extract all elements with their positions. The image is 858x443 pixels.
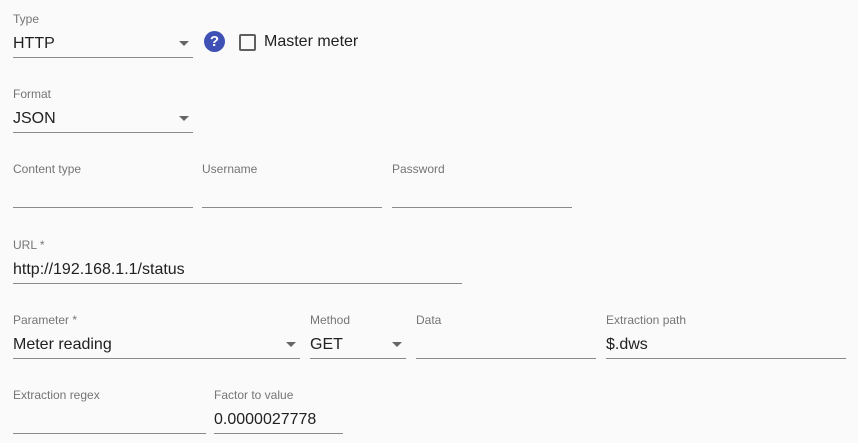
factor-to-value-field[interactable]: Factor to value 0.0000027778	[214, 388, 343, 438]
content-type-underline	[13, 207, 193, 208]
method-select[interactable]: Method GET	[310, 313, 406, 363]
help-icon[interactable]: ?	[204, 31, 225, 52]
content-type-field[interactable]: Content type	[13, 162, 193, 212]
extraction-regex-label: Extraction regex	[13, 388, 100, 402]
username-label: Username	[202, 162, 258, 176]
format-underline	[13, 132, 193, 133]
url-label: URL *	[13, 238, 45, 252]
chevron-down-icon	[179, 41, 189, 46]
extraction-path-underline	[606, 358, 846, 359]
data-underline	[416, 358, 596, 359]
parameter-select[interactable]: Parameter * Meter reading	[13, 313, 300, 363]
factor-to-value-label: Factor to value	[214, 388, 294, 402]
factor-to-value-value[interactable]: 0.0000027778	[214, 411, 316, 429]
format-value: JSON	[13, 110, 56, 127]
checkbox-icon[interactable]	[239, 33, 256, 51]
format-select[interactable]: Format JSON	[13, 87, 193, 137]
password-label: Password	[392, 162, 445, 176]
url-value[interactable]: http://192.168.1.1/status	[13, 261, 185, 279]
chevron-down-icon	[286, 342, 296, 347]
parameter-underline	[13, 358, 300, 359]
username-field[interactable]: Username	[202, 162, 382, 212]
chevron-down-icon	[179, 116, 189, 121]
method-underline	[310, 358, 406, 359]
parameter-value: Meter reading	[13, 336, 112, 353]
type-value: HTTP	[13, 35, 55, 52]
content-type-label: Content type	[13, 162, 82, 176]
type-underline	[13, 57, 193, 58]
password-underline	[392, 207, 572, 208]
factor-to-value-underline	[214, 433, 343, 434]
method-label: Method	[310, 313, 351, 327]
data-label: Data	[416, 313, 442, 327]
method-value: GET	[310, 336, 343, 353]
password-field[interactable]: Password	[392, 162, 572, 212]
extraction-path-label: Extraction path	[606, 313, 687, 327]
data-field[interactable]: Data	[416, 313, 596, 363]
extraction-regex-field[interactable]: Extraction regex	[13, 388, 206, 438]
username-underline	[202, 207, 382, 208]
chevron-down-icon	[392, 342, 402, 347]
extraction-path-value[interactable]: $.dws	[606, 336, 648, 354]
url-underline	[13, 283, 462, 284]
master-meter-label: Master meter	[264, 33, 359, 50]
type-select[interactable]: Type HTTP	[13, 12, 193, 62]
url-field[interactable]: URL * http://192.168.1.1/status	[13, 238, 462, 288]
format-label: Format	[13, 87, 52, 101]
parameter-label: Parameter *	[13, 313, 78, 327]
master-meter-checkbox[interactable]: Master meter	[239, 33, 358, 51]
type-label: Type	[13, 12, 40, 26]
extraction-path-field[interactable]: Extraction path $.dws	[606, 313, 846, 363]
extraction-regex-underline	[13, 433, 206, 434]
